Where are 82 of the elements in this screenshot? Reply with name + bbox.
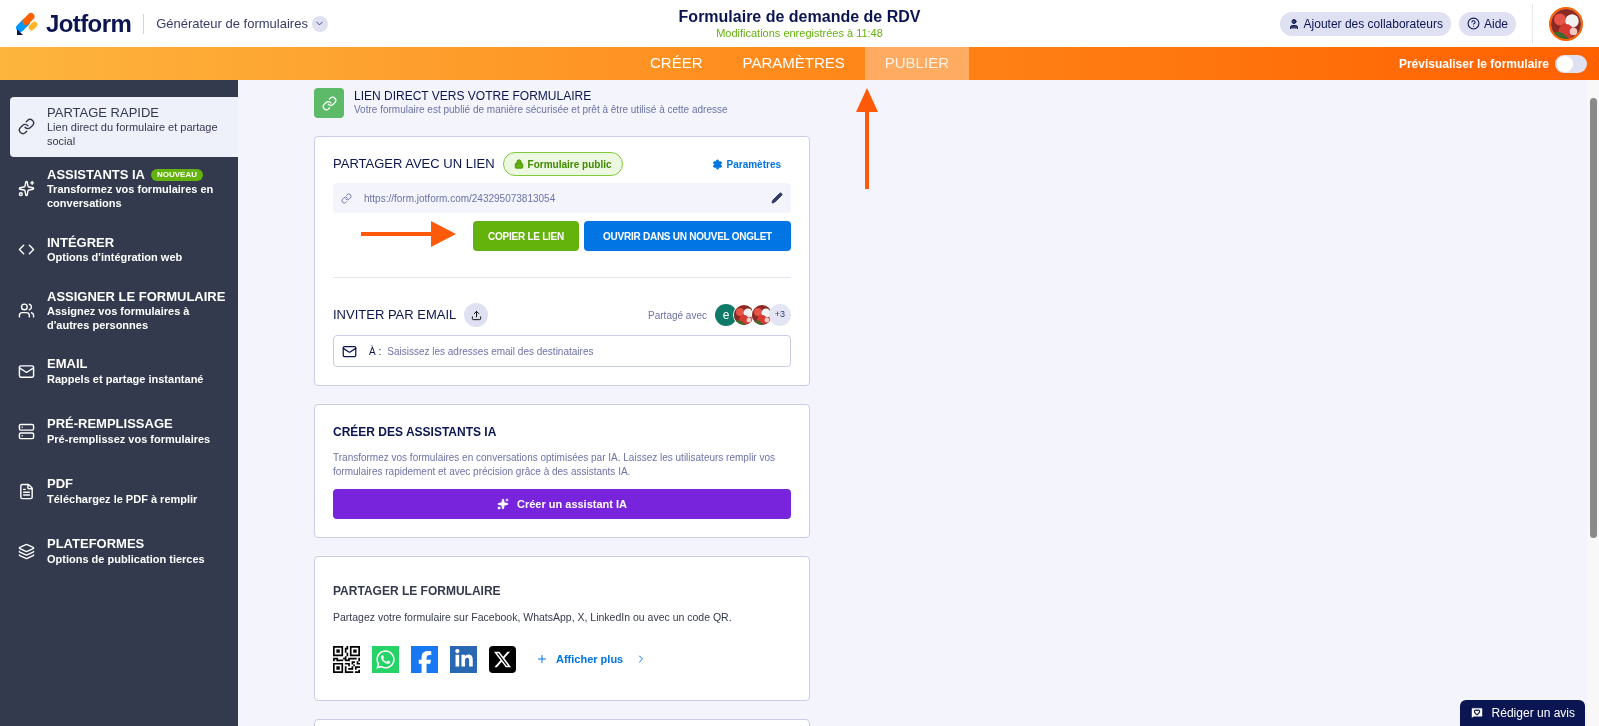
sidebar-item-subtitle: Téléchargez le PDF à remplir: [47, 492, 198, 507]
collaborators-button[interactable]: Ajouter des collaborateurs: [1279, 11, 1451, 36]
preview-label: Prévisualiser le formulaire: [1398, 55, 1549, 73]
sidebar-item-title: INTÉGRER: [47, 234, 115, 251]
sidebar-item-title: EMAIL: [47, 356, 88, 373]
sidebar-item[interactable]: ASSISTANTS IA NOUVEAU Transformez vos formulaires en conversations: [10, 158, 238, 219]
email-field[interactable]: À : Saisissez les adresses email des destinataires: [333, 335, 791, 367]
product-dropdown[interactable]: Générateur de formulaires: [156, 13, 328, 34]
users-icon: [18, 301, 35, 319]
sidebar-item[interactable]: PLATEFORMES Options de publication tierces: [10, 522, 238, 581]
scrollbar[interactable]: [1587, 80, 1599, 726]
new-badge: NOUVEAU: [151, 168, 203, 181]
settings-link[interactable]: Paramètres: [711, 156, 781, 172]
help-icon: [1466, 17, 1480, 30]
edit-icon[interactable]: [771, 192, 783, 204]
sidebar-item[interactable]: PRÉ-REMPLISSAGE Pré-remplissez vos formulaires: [10, 402, 238, 461]
link-icon: [18, 118, 35, 136]
user-avatar: e: [715, 304, 737, 326]
sidebar-item-title: PLATEFORMES: [47, 536, 145, 553]
help-button[interactable]: Aide: [1458, 11, 1516, 36]
section-subtitle: Votre formulaire est publié de manière sécurisée et prêt à être utilisé à cette adresse: [354, 104, 728, 117]
document-icon: [18, 482, 35, 500]
mail-icon: [18, 362, 35, 380]
sidebar-item-title: PDF: [47, 476, 73, 493]
sidebar-item-subtitle: Lien direct du formulaire et partage social: [47, 121, 219, 149]
show-more-link[interactable]: Afficher plus: [536, 651, 648, 668]
sidebar-item-title: PARTAGE RAPIDE: [47, 105, 159, 122]
qr-code-icon[interactable]: [333, 645, 360, 673]
card-description: Transformez vos formulaires en conversations optimisées par IA. Laissez les utilisateurs remplir vos formulaires rapidement et avec précision grâce à des assistants IA.: [333, 451, 777, 479]
sidebar-item-title: ASSIGNER LE FORMULAIRE: [47, 288, 226, 305]
more-users-count: +3: [769, 304, 791, 326]
user-icon: [1287, 17, 1300, 30]
linkedin-icon[interactable]: [450, 645, 477, 673]
sidebar-item[interactable]: ASSIGNER LE FORMULAIRE Assignez vos formulaires à d'autres personnes: [10, 280, 238, 341]
saved-status: Modifications enregistrées à 11:48: [716, 26, 883, 41]
link-icon: [314, 88, 344, 118]
logo-icon: [16, 11, 40, 36]
card-title: PARTAGER LE FORMULAIRE: [333, 583, 502, 600]
sidebar-item[interactable]: PDF Téléchargez le PDF à remplir: [10, 462, 238, 521]
card-description: Partagez votre formulaire sur Facebook, WhatsApp, X, LinkedIn ou avec un code QR.: [333, 610, 733, 625]
sidebar-item-title: ASSISTANTS IA: [47, 166, 145, 183]
sidebar-item[interactable]: INTÉGRER Options d'intégration web: [10, 220, 238, 279]
url-field[interactable]: https://form.jotform.com/243295073813054: [333, 183, 791, 213]
email-input[interactable]: Saisissez les adresses email des destinataires: [387, 343, 782, 359]
open-tab-button[interactable]: OUVRIR DANS UN NOUVEL ONGLET: [584, 221, 791, 251]
sidebar-item-subtitle: Options d'intégration web: [47, 250, 183, 265]
sidebar-item-subtitle: Transformez vos formulaires en conversations: [47, 183, 215, 211]
preview-toggle[interactable]: [1555, 54, 1587, 73]
shared-with-label: Partagé avec: [648, 308, 707, 323]
create-assistant-button[interactable]: Créer un assistant IA: [333, 489, 791, 519]
facebook-icon[interactable]: [411, 645, 438, 673]
sidebar-item-subtitle: Assignez vos formulaires à d'autres personnes: [47, 304, 191, 333]
sparkles-icon: [496, 498, 509, 510]
chevron-down-icon: [311, 15, 328, 32]
card-title: CRÉER DES ASSISTANTS IA: [333, 423, 498, 441]
x-icon[interactable]: [489, 645, 516, 673]
form-title: Formulaire de demande de RDV: [678, 6, 921, 27]
mail-icon: [342, 343, 357, 359]
sidebar-item-subtitle: Options de publication tierces: [47, 552, 205, 567]
sidebar-item[interactable]: EMAIL Rappels et partage instantané: [10, 342, 238, 401]
stack-icon: [18, 422, 35, 440]
profile-avatar[interactable]: [1549, 6, 1583, 41]
speech-bubble-icon: [1469, 706, 1484, 720]
section-title: LIEN DIRECT VERS VOTRE FORMULAIRE: [354, 89, 593, 105]
sidebar-item-subtitle: Rappels et partage instantané: [47, 372, 204, 387]
url-text: https://form.jotform.com/243295073813054: [364, 191, 556, 206]
sidebar-item-subtitle: Pré-remplissez vos formulaires: [47, 432, 211, 447]
sparkles-icon: [18, 180, 35, 198]
logo-text: Jotform: [46, 8, 132, 39]
sidebar-item-title: PRÉ-REMPLISSAGE: [47, 416, 173, 433]
plus-icon: [536, 653, 548, 666]
settings-icon: [711, 158, 723, 170]
sidebar-item[interactable]: PARTAGE RAPIDE Lien direct du formulaire et partage social: [10, 97, 238, 157]
card-title: INVITER PAR EMAIL: [333, 306, 457, 325]
feedback-button[interactable]: Rédiger un avis: [1459, 700, 1585, 726]
to-label: À :: [369, 344, 382, 359]
upload-button[interactable]: [464, 303, 489, 327]
link-icon: [341, 192, 352, 204]
public-badge: Formulaire public: [502, 152, 623, 176]
card-title: PARTAGER AVEC UN LIEN: [333, 155, 495, 174]
upload-icon: [470, 309, 482, 321]
layers-icon: [18, 542, 35, 560]
